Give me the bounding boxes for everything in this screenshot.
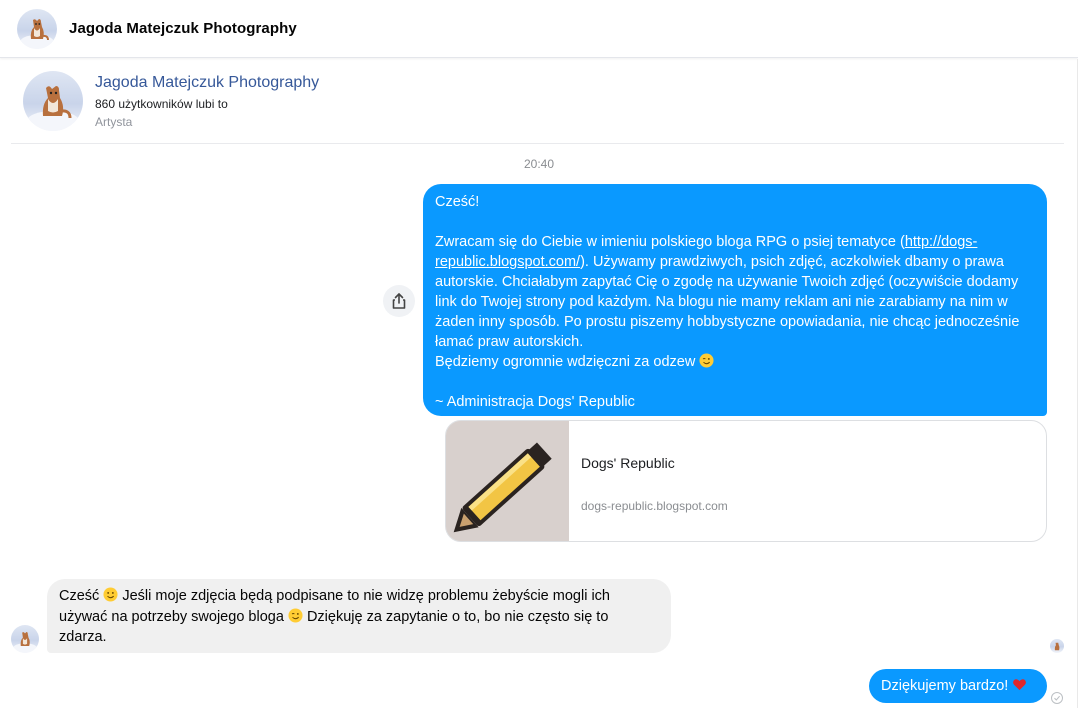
- message-text: Dziękujemy bardzo!: [881, 678, 1013, 694]
- smiling-face-emoji-icon: [103, 587, 118, 602]
- conversation-header: Jagoda Matejczuk Photography: [0, 0, 1078, 58]
- message-thread[interactable]: Jagoda Matejczuk Photography 860 użytkow…: [0, 59, 1078, 708]
- message-text: Zwracam się do Ciebie w imieniu polskieg…: [435, 234, 905, 250]
- seen-by-avatar: [1050, 639, 1064, 653]
- link-preview-card[interactable]: Dogs' Republic dogs-republic.blogspot.co…: [445, 420, 1047, 542]
- message-paragraph: Zwracam się do Ciebie w imieniu polskieg…: [435, 232, 1035, 352]
- outgoing-reply-bubble[interactable]: Dziękujemy bardzo!: [869, 669, 1047, 703]
- page-avatar[interactable]: [17, 9, 57, 49]
- pencil-icon: [446, 421, 569, 541]
- winking-face-emoji-icon: [699, 353, 714, 368]
- message-timestamp: 20:40: [523, 157, 555, 171]
- winking-face-emoji-icon: [288, 607, 303, 623]
- message-paragraph: Będziemy ogromnie wdzięczni za odzew: [435, 352, 1035, 372]
- message-line: ~ Administracja Dogs' Republic: [435, 394, 635, 410]
- message-line: [435, 372, 1035, 392]
- share-button[interactable]: [383, 285, 415, 317]
- sender-avatar[interactable]: [11, 625, 39, 653]
- link-preview-domain: dogs-republic.blogspot.com: [581, 499, 728, 513]
- link-preview-title[interactable]: Dogs' Republic: [581, 455, 675, 471]
- header-title[interactable]: Jagoda Matejczuk Photography: [69, 20, 297, 37]
- message-line: [435, 212, 1035, 232]
- incoming-message-bubble[interactable]: Cześć Jeśli moje zdjęcia będą podpisane …: [47, 579, 671, 653]
- profile-category: Artysta: [95, 115, 133, 129]
- profile-name-link[interactable]: Jagoda Matejczuk Photography: [95, 74, 319, 92]
- share-icon: [392, 293, 406, 309]
- message-text: Będziemy ogromnie wdzięczni za odzew: [435, 354, 700, 370]
- profile-avatar[interactable]: [23, 71, 83, 131]
- profile-likes: 860 użytkowników lubi to: [95, 97, 228, 111]
- link-preview-thumbnail: [446, 421, 569, 541]
- page-profile-card: Jagoda Matejczuk Photography 860 użytkow…: [11, 59, 1064, 144]
- heart-icon: [1012, 677, 1027, 692]
- message-line: Cześć!: [435, 194, 480, 210]
- sent-check-icon: [1051, 692, 1063, 704]
- outgoing-message-bubble[interactable]: Cześć! Zwracam się do Ciebie w imieniu p…: [423, 184, 1047, 416]
- message-text: Cześć: [59, 588, 104, 604]
